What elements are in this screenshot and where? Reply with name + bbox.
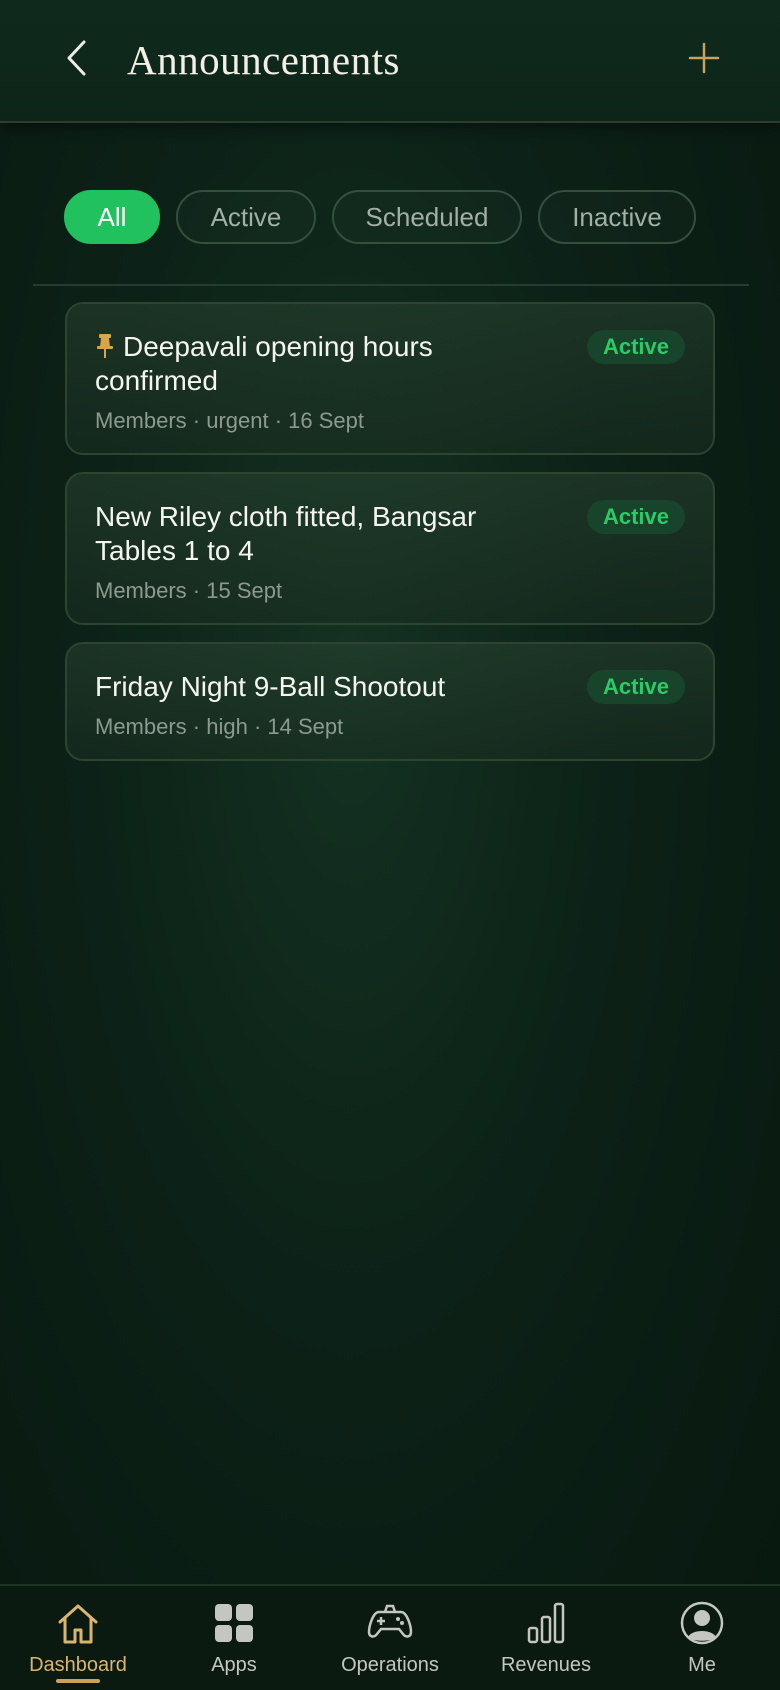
tab-label: Operations bbox=[341, 1654, 439, 1676]
filter-chip-scheduled[interactable]: Scheduled bbox=[332, 190, 522, 244]
filter-chip-active[interactable]: Active bbox=[176, 190, 316, 244]
announcement-meta: Members · high · 14 Sept bbox=[95, 714, 344, 739]
apps-grid-icon bbox=[215, 1604, 253, 1642]
app-header: Announcements bbox=[0, 0, 780, 123]
filter-chip-inactive[interactable]: Inactive bbox=[538, 190, 696, 244]
gamepad-icon bbox=[367, 1604, 413, 1638]
active-tab-indicator bbox=[56, 1679, 100, 1683]
announcement-meta: Members · 15 Sept bbox=[95, 578, 283, 603]
tab-dashboard[interactable]: Dashboard bbox=[0, 1586, 156, 1690]
announcement-title-row: Deepavali opening hours confirmed bbox=[95, 330, 525, 398]
announcement-card[interactable]: New Riley cloth fitted, Bangsar Tables 1… bbox=[65, 472, 715, 625]
back-button[interactable] bbox=[58, 36, 98, 80]
announcement-meta: Members · urgent · 16 Sept bbox=[95, 408, 365, 433]
tab-apps[interactable]: Apps bbox=[156, 1586, 312, 1690]
status-badge: Active bbox=[586, 670, 685, 704]
add-announcement-button[interactable] bbox=[686, 38, 722, 78]
divider bbox=[33, 284, 749, 286]
user-avatar-icon bbox=[680, 1601, 724, 1645]
announcement-card[interactable]: Deepavali opening hours confirmed Member… bbox=[65, 302, 715, 455]
announcement-title: Friday Night 9-Ball Shootout bbox=[95, 671, 446, 702]
announcement-title: New Riley cloth fitted, Bangsar Tables 1… bbox=[95, 501, 477, 566]
home-icon bbox=[58, 1604, 98, 1644]
announcement-card[interactable]: Friday Night 9-Ball Shootout Members · h… bbox=[65, 642, 715, 761]
filter-chip-all[interactable]: All bbox=[64, 190, 160, 244]
tab-label: Apps bbox=[211, 1654, 257, 1676]
tab-operations[interactable]: Operations bbox=[312, 1586, 468, 1690]
tab-revenues[interactable]: Revenues bbox=[468, 1586, 624, 1690]
status-badge: Active bbox=[586, 330, 685, 364]
status-badge: Active bbox=[586, 500, 685, 534]
chevron-left-icon bbox=[67, 40, 86, 76]
pin-icon bbox=[97, 334, 113, 358]
plus-icon bbox=[688, 42, 720, 74]
tab-label: Revenues bbox=[500, 1654, 592, 1676]
announcement-title: Deepavali opening hours confirmed bbox=[95, 331, 433, 396]
bottom-tab-bar: Dashboard Apps Operations Revenues Me bbox=[0, 1584, 780, 1690]
page-title: Announcements bbox=[127, 37, 400, 83]
tab-label: Dashboard bbox=[29, 1654, 127, 1676]
bar-chart-icon bbox=[527, 1602, 565, 1644]
tab-me[interactable]: Me bbox=[624, 1586, 780, 1690]
tab-label: Me bbox=[688, 1654, 716, 1676]
